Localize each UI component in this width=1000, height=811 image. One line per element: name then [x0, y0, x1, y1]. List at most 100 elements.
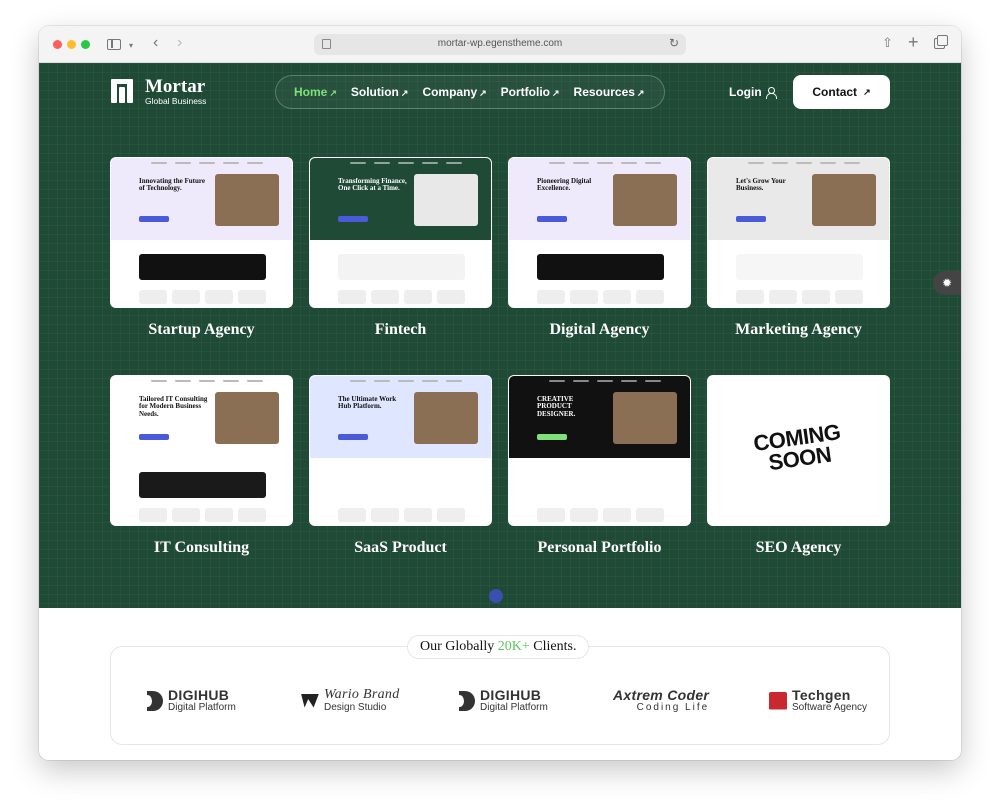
client-name: DIGIHUB: [168, 687, 230, 703]
clients-section: Our Globally 20K+ Clients. DIGIHUB Digita…: [39, 608, 961, 760]
client-subtitle: Design Studio: [324, 702, 387, 713]
demo-card-startup-agency[interactable]: Innovating the Future of Technology.: [110, 157, 293, 308]
nav-item-portfolio[interactable]: Portfolio ↗: [501, 85, 560, 99]
thumbnail-section: [338, 254, 465, 280]
maximize-window-button[interactable]: [81, 40, 90, 49]
demo-label[interactable]: IT Consulting: [110, 539, 293, 557]
minimize-window-button[interactable]: [67, 40, 76, 49]
thumbnail-feature-box: [404, 290, 432, 304]
chevron-down-icon[interactable]: ▾: [129, 41, 133, 50]
thumbnail-headline: Innovating the Future of Technology.: [139, 177, 205, 193]
thumbnail-headline: The Ultimate Work Hub Platform.: [338, 395, 397, 411]
thumbnail-nav-line: [175, 162, 191, 164]
user-icon: [765, 86, 777, 99]
thumbnail-feature-box: [603, 508, 631, 522]
clients-title-prefix: Our Globally: [420, 639, 498, 654]
address-bar[interactable]: mortar-wp.egenstheme.com ↻: [314, 34, 686, 55]
thumbnail-nav-line: [175, 380, 191, 382]
thumbnail-feature-box: [537, 508, 565, 522]
client-logo: DIGIHUB Digital Platform: [455, 688, 548, 713]
demo-card-personal-portfolio[interactable]: CREATIVE PRODUCT DESIGNER.: [508, 375, 691, 526]
back-arrow-icon[interactable]: ‹: [153, 34, 158, 52]
demo-label[interactable]: Startup Agency: [110, 321, 293, 339]
coming-soon-text: COMING SOON: [751, 419, 842, 476]
thumbnail-feature-box: [603, 290, 631, 304]
demo-label[interactable]: Marketing Agency: [707, 321, 890, 339]
site-logo[interactable]: Mortar Global Business: [111, 77, 206, 106]
demo-label[interactable]: Digital Agency: [508, 321, 691, 339]
thumbnail-feature-box: [371, 290, 399, 304]
thumbnail-nav-line: [350, 380, 366, 382]
thumbnail-nav-line: [422, 380, 438, 382]
thumbnail-nav-line: [151, 162, 167, 164]
theme-toggle-sun-icon[interactable]: ✹: [933, 271, 961, 295]
thumbnail-feature-box: [238, 508, 266, 522]
demo-card-it-consulting[interactable]: Tailored IT Consulting for Modern Busine…: [110, 375, 293, 526]
browser-toolbar: ▾ ‹ › mortar-wp.egenstheme.com ↻ ⇧ +: [39, 26, 961, 63]
share-icon[interactable]: ⇧: [882, 35, 893, 51]
demo-label[interactable]: Fintech: [309, 321, 492, 339]
thumbnail-headline: Transforming Finance, One Click at a Tim…: [338, 177, 407, 193]
brand-name: Mortar: [145, 76, 206, 97]
thumbnail-button: [139, 216, 169, 222]
demo-card-saas-product[interactable]: The Ultimate Work Hub Platform.: [309, 375, 492, 526]
thumbnail-feature-box: [636, 290, 664, 304]
thumbnail-section: [736, 254, 863, 280]
thumbnail-headline: Pioneering Digital Excellence.: [537, 177, 592, 193]
thumbnail-headline: Tailored IT Consulting for Modern Busine…: [139, 395, 208, 418]
client-logo: Wario Brand Design Studio: [301, 688, 400, 713]
client-name: Techgen: [792, 687, 851, 703]
client-name: Axtrem Coder: [613, 687, 710, 703]
client-logo: Axtrem Coder Coding Life: [613, 688, 709, 713]
reload-icon[interactable]: ↻: [669, 36, 679, 50]
arrow-up-right-icon: ↗: [329, 88, 337, 98]
thumbnail-nav-line: [446, 162, 462, 164]
thumbnail-button: [139, 434, 169, 440]
url-text[interactable]: mortar-wp.egenstheme.com: [314, 38, 686, 49]
thumbnail-feature-box: [802, 290, 830, 304]
arrow-up-right-icon: ↗: [552, 88, 560, 98]
thumbnail-image: [613, 174, 677, 226]
thumbnail-section: [537, 472, 664, 498]
forward-arrow-icon[interactable]: ›: [177, 34, 182, 52]
nav-item-label: Resources: [573, 85, 635, 99]
thumbnail-nav-line: [820, 162, 836, 164]
techgen-mark-icon: [769, 691, 787, 710]
thumbnail-nav-line: [645, 162, 661, 164]
demo-card-marketing-agency[interactable]: Let's Grow Your Business.: [707, 157, 890, 308]
contact-button[interactable]: Contact ↗: [793, 75, 890, 109]
thumbnail-nav-line: [199, 380, 215, 382]
thumbnail-section: [139, 472, 266, 498]
nav-item-solution[interactable]: Solution ↗: [351, 85, 409, 99]
demo-card-seo-agency[interactable]: COMING SOON: [707, 375, 890, 526]
scroll-indicator-dot: [489, 589, 503, 603]
tab-overview-icon[interactable]: [934, 35, 948, 49]
login-link[interactable]: Login: [729, 85, 777, 99]
thumbnail-feature-box: [238, 290, 266, 304]
demo-label[interactable]: Personal Portfolio: [508, 539, 691, 557]
wario-mark-icon: [301, 693, 319, 708]
new-tab-icon[interactable]: +: [908, 32, 919, 53]
nav-item-home[interactable]: Home ↗: [294, 85, 337, 99]
thumbnail-nav-line: [151, 380, 167, 382]
thumbnail-nav-line: [597, 380, 613, 382]
demo-card-fintech[interactable]: Transforming Finance, One Click at a Tim…: [309, 157, 492, 308]
thumbnail-feature-box: [139, 508, 167, 522]
thumbnail-image: [613, 392, 677, 444]
demo-card-digital-agency[interactable]: Pioneering Digital Excellence.: [508, 157, 691, 308]
thumbnail-nav-line: [446, 380, 462, 382]
thumbnail-nav-line: [422, 162, 438, 164]
thumbnail-nav-line: [374, 162, 390, 164]
thumbnail-nav-line: [549, 380, 565, 382]
demo-label[interactable]: SEO Agency: [707, 539, 890, 557]
thumbnail-nav-line: [573, 380, 589, 382]
nav-item-company[interactable]: Company ↗: [422, 85, 486, 99]
thumbnail-nav-line: [247, 162, 263, 164]
demo-label[interactable]: SaaS Product: [309, 539, 492, 557]
close-window-button[interactable]: [53, 40, 62, 49]
clients-title-suffix: Clients.: [529, 639, 577, 654]
client-subtitle: Digital Platform: [480, 702, 548, 713]
sidebar-toggle-icon[interactable]: [107, 39, 121, 50]
thumbnail-feature-box: [570, 290, 598, 304]
nav-item-resources[interactable]: Resources ↗: [574, 85, 645, 99]
